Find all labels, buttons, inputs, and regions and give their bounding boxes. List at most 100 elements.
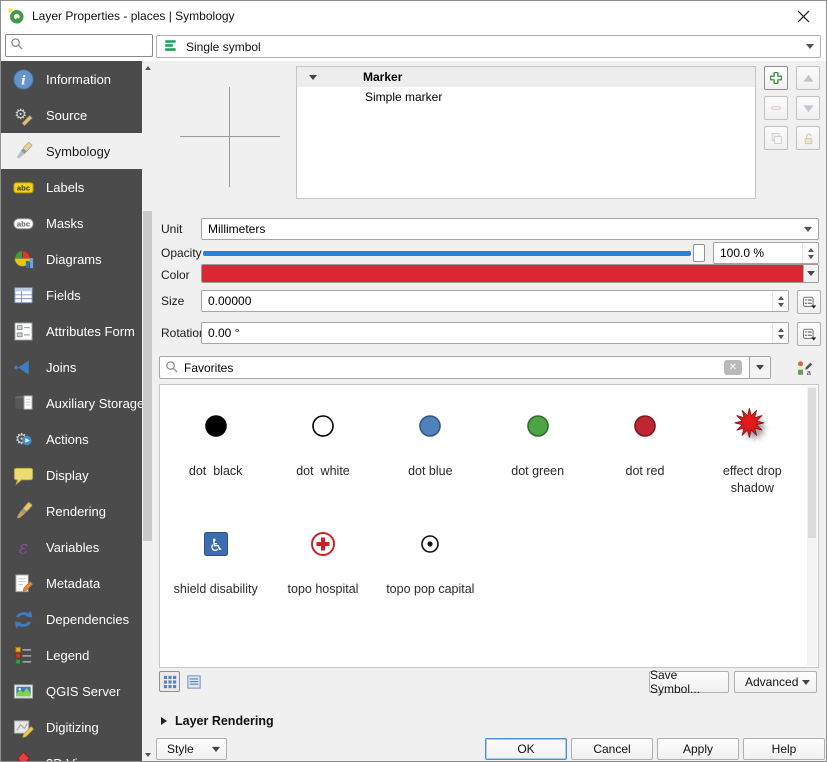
size-data-defined-override-button[interactable] <box>797 290 821 314</box>
symbol-item-dot-white[interactable]: dot white <box>269 389 376 507</box>
symbol-item-topo-pop-capital[interactable]: topo pop capital <box>377 507 484 625</box>
spinner-arrows[interactable] <box>802 243 818 263</box>
symbol-panel-scrollbar[interactable] <box>807 386 817 666</box>
sidebar-item-digitizing[interactable]: Digitizing <box>1 709 142 745</box>
source-icon: ⚙ <box>10 102 36 128</box>
sidebar-item-variables[interactable]: εVariables <box>1 529 142 565</box>
spinner-arrows[interactable] <box>772 323 788 343</box>
list-view-toggle[interactable] <box>183 671 204 692</box>
sidebar-item-dependencies[interactable]: Dependencies <box>1 601 142 637</box>
collapsed-arrow-icon <box>161 717 167 725</box>
icon-view-toggle[interactable] <box>159 671 180 692</box>
renderer-select[interactable]: Single symbol <box>156 35 821 58</box>
rotation-spinbox[interactable]: 0.00 ° <box>201 322 789 344</box>
symbology-icon <box>10 138 36 164</box>
chevron-down-icon <box>806 44 814 49</box>
symbol-item-topo-hospital[interactable]: topo hospital <box>269 507 376 625</box>
ok-button[interactable]: OK <box>485 738 567 760</box>
apply-button[interactable]: Apply <box>657 738 739 760</box>
fields-icon <box>10 282 36 308</box>
color-dropdown[interactable] <box>803 265 818 282</box>
remove-symbol-layer-button[interactable] <box>764 96 788 120</box>
move-up-button[interactable] <box>796 66 820 90</box>
help-button[interactable]: Help <box>743 738 825 760</box>
sidebar-item-qgis-server[interactable]: QGIS Server <box>1 673 142 709</box>
sidebar-item-rendering[interactable]: Rendering <box>1 493 142 529</box>
tree-row-simple-marker[interactable]: Simple marker <box>297 87 755 107</box>
scroll-down-icon[interactable] <box>142 748 153 761</box>
grid-view-icon <box>163 675 177 689</box>
sidebar-item-label: Display <box>46 468 89 483</box>
apply-label: Apply <box>683 742 713 756</box>
symbol-item-dot-black[interactable]: dot black <box>162 389 269 507</box>
symbol-item-dot-blue[interactable]: dot blue <box>377 389 484 507</box>
symbol-browser-panel: dot blackdot whitedot blue dot green dot r… <box>159 384 819 668</box>
opacity-spinbox[interactable]: 100.0 % <box>713 242 819 264</box>
sidebar-item-information[interactable]: iInformation <box>1 61 142 97</box>
tree-row-marker[interactable]: Marker <box>297 67 755 87</box>
symbol-search-box[interactable]: ✕ <box>159 356 771 379</box>
sidebar-item-actions[interactable]: ⚙Actions <box>1 421 142 457</box>
symbol-item-effect-drop-shadow[interactable]: effect drop shadow <box>699 389 806 507</box>
sidebar-item-diagrams[interactable]: Diagrams <box>1 241 142 277</box>
sidebar-item-metadata[interactable]: Metadata <box>1 565 142 601</box>
layer-rendering-section[interactable]: Layer Rendering <box>161 714 274 728</box>
spinner-arrows[interactable] <box>772 291 788 311</box>
color-button[interactable] <box>201 264 819 283</box>
unit-select[interactable]: Millimeters <box>201 218 819 240</box>
save-symbol-button[interactable]: Save Symbol... <box>649 671 729 693</box>
properties-search-box[interactable] <box>5 34 153 57</box>
help-label: Help <box>772 742 797 756</box>
duplicate-button[interactable] <box>764 126 788 150</box>
add-symbol-layer-button[interactable] <box>764 66 788 90</box>
sidebar-scrollbar-thumb[interactable] <box>143 211 152 541</box>
tree-root-label: Marker <box>363 70 402 84</box>
clear-search-icon[interactable]: ✕ <box>724 360 742 375</box>
labels-icon: abc <box>10 174 36 200</box>
sidebar-item-masks[interactable]: abcMasks <box>1 205 142 241</box>
cancel-button[interactable]: Cancel <box>571 738 653 760</box>
search-filter-dropdown[interactable] <box>749 357 770 378</box>
style-manager-button[interactable]: a <box>793 357 815 379</box>
sidebar-scrollbar[interactable] <box>142 61 153 761</box>
opacity-slider-handle[interactable] <box>693 244 705 262</box>
symbol-item-shield-disability[interactable]: ♿shield disability <box>162 507 269 625</box>
style-manager-icon: a <box>795 359 814 378</box>
scroll-up-icon[interactable] <box>142 61 153 74</box>
symbol-search-input[interactable] <box>182 360 720 376</box>
style-button[interactable]: Style <box>156 738 227 760</box>
advanced-button[interactable]: Advanced <box>734 671 817 693</box>
single-symbol-icon <box>163 37 180 57</box>
display-icon <box>10 462 36 488</box>
sidebar-item-joins[interactable]: Joins <box>1 349 142 385</box>
size-value: 0.00000 <box>208 294 251 308</box>
sidebar-item-display[interactable]: Display <box>1 457 142 493</box>
close-icon[interactable] <box>786 1 820 31</box>
properties-search-input[interactable] <box>26 38 152 54</box>
expander-icon[interactable] <box>309 75 317 80</box>
symbol-item-dot-green[interactable]: dot green <box>484 389 591 507</box>
cancel-label: Cancel <box>593 742 630 756</box>
chevron-down-icon <box>802 680 810 685</box>
sidebar-item-3d-view[interactable]: 3D View <box>1 745 142 761</box>
symbol-item-label: dot green <box>511 463 564 480</box>
sidebar-item-symbology[interactable]: Symbology <box>1 133 142 169</box>
sidebar-item-label: Diagrams <box>46 252 102 267</box>
sidebar-item-legend[interactable]: Legend <box>1 637 142 673</box>
symbol-panel-scrollbar-thumb[interactable] <box>808 388 816 538</box>
sidebar-item-labels[interactable]: abcLabels <box>1 169 142 205</box>
rotation-data-defined-override-button[interactable] <box>797 322 821 346</box>
symbol-layer-tree: Marker Simple marker <box>296 66 756 199</box>
opacity-slider[interactable] <box>203 242 705 264</box>
size-spinbox[interactable]: 0.00000 <box>201 290 789 312</box>
sidebar-item-fields[interactable]: Fields <box>1 277 142 313</box>
sidebar-item-attributes-form[interactable]: Attributes Form <box>1 313 142 349</box>
symbol-item-dot-red[interactable]: dot red <box>591 389 698 507</box>
lock-button[interactable] <box>796 126 820 150</box>
move-down-button[interactable] <box>796 96 820 120</box>
sidebar-item-label: Dependencies <box>46 612 129 627</box>
window-title: Layer Properties - places | Symbology <box>32 9 235 23</box>
sidebar-item-source[interactable]: ⚙Source <box>1 97 142 133</box>
sidebar-item-auxiliary-storage[interactable]: Auxiliary Storage <box>1 385 142 421</box>
sidebar-item-label: Digitizing <box>46 720 99 735</box>
